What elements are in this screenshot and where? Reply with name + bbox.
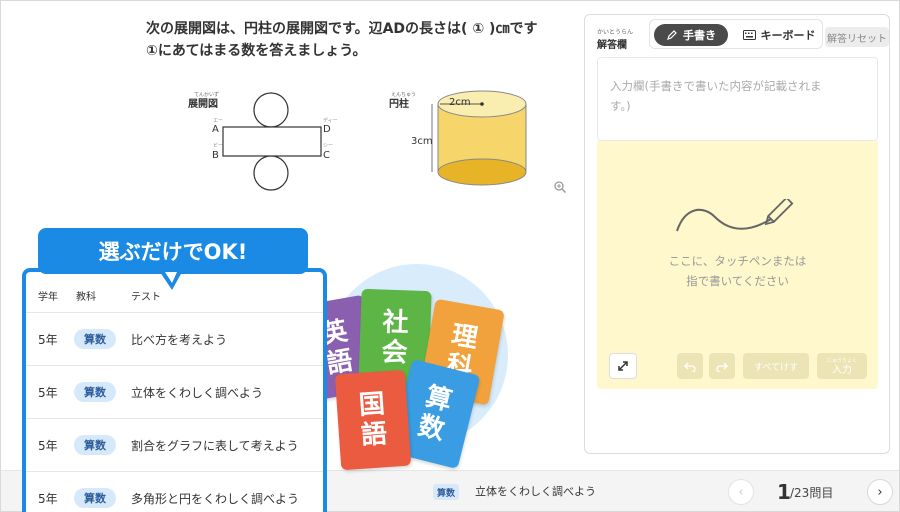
- handwriting-mode-button[interactable]: 手書き: [654, 24, 728, 46]
- current-unit-title: 立体をくわしく調べよう: [475, 485, 596, 498]
- chevron-left-icon: ‹: [738, 484, 744, 500]
- subject-card-social-char-1: 社: [381, 307, 410, 339]
- header-test: テスト: [131, 292, 161, 303]
- input-placeholder-line-2: す。): [610, 99, 631, 113]
- point-c-ruby: シー: [323, 143, 334, 149]
- question-total: /23問目: [790, 486, 834, 500]
- header-subject: 教科: [76, 292, 96, 303]
- undo-icon: [684, 362, 696, 372]
- row-grade: 5年: [38, 492, 58, 506]
- undo-button[interactable]: [677, 353, 703, 379]
- height-label: 3cm: [411, 136, 433, 147]
- handwriting-canvas[interactable]: ここに、タッチペンまたは 指で書いてください すべてけす にゅうりょく 入力: [597, 141, 878, 389]
- header-grade: 学年: [38, 292, 58, 303]
- current-question-number: 1: [777, 480, 791, 504]
- expand-icon: [618, 361, 628, 371]
- keyboard-icon: [742, 30, 756, 40]
- callout-pointer: [160, 272, 182, 290]
- answer-input-display[interactable]: 入力欄(手書きで書いた内容が記載されま す。): [597, 57, 878, 141]
- question-line-1: 次の展開図は、円柱の展開図です。辺ADの長さは( ① )㎝です: [146, 21, 538, 37]
- test-list-row[interactable]: 5年 算数 多角形と円をくわしく調べよう: [26, 471, 323, 512]
- row-unit-title: 立体をくわしく調べよう: [131, 386, 264, 400]
- callout-banner: 選ぶだけでOK!: [38, 228, 308, 274]
- input-mode-switch: 手書き キーボード: [649, 19, 823, 49]
- point-a: A: [212, 124, 219, 135]
- row-subject-badge: 算数: [74, 382, 116, 402]
- row-grade: 5年: [38, 333, 58, 347]
- point-c: C: [323, 150, 330, 161]
- row-grade: 5年: [38, 386, 58, 400]
- pen-icon: [667, 30, 677, 40]
- zoom-icon[interactable]: [553, 180, 567, 194]
- handwriting-hint-line-2: 指で書いてください: [686, 274, 789, 288]
- row-subject-badge: 算数: [74, 329, 116, 349]
- erase-all-button[interactable]: すべてけす: [743, 353, 809, 379]
- previous-question-button[interactable]: ‹: [728, 479, 754, 505]
- radius-label: 2cm: [449, 97, 471, 108]
- subject-card-japanese: 国 語: [334, 369, 412, 471]
- subject-card-japanese-char-2: 語: [360, 419, 389, 451]
- handwriting-hint-line-1: ここに、タッチペンまたは: [668, 254, 807, 268]
- keyboard-mode-button[interactable]: キーボード: [738, 24, 820, 46]
- row-grade: 5年: [38, 439, 58, 453]
- cylinder-label: 円柱: [389, 99, 409, 110]
- test-list-row[interactable]: 5年 算数 割合をグラフに表して考えよう: [26, 418, 323, 470]
- handwriting-mode-label: 手書き: [683, 29, 716, 42]
- subject-card-science-char-1: 理: [449, 320, 481, 355]
- point-d: D: [323, 124, 331, 135]
- row-subject-badge: 算数: [74, 435, 116, 455]
- enter-button-label: 入力: [832, 365, 852, 376]
- subject-card-japanese-char-1: 国: [357, 389, 386, 421]
- test-list-row[interactable]: 5年 算数 比べ方を考えよう: [26, 312, 323, 364]
- current-subject-badge: 算数: [433, 484, 460, 500]
- point-b-ruby: ビー: [213, 143, 224, 149]
- answer-panel: かいとうらん 解答欄 手書き キーボード 解答リセット 入力欄(手書きで書いた内…: [584, 14, 890, 454]
- question-line-2: ①にあてはまる数を答えましょう。: [146, 43, 367, 59]
- answer-reset-button[interactable]: 解答リセット: [825, 27, 889, 47]
- answer-panel-title: 解答欄: [597, 40, 627, 51]
- handwriting-hint: ここに、タッチペンまたは 指で書いてください: [597, 251, 878, 291]
- next-question-button[interactable]: ›: [867, 479, 893, 505]
- expand-button[interactable]: [609, 353, 637, 379]
- redo-button[interactable]: [709, 353, 735, 379]
- subject-card-social-char-2: 会: [380, 337, 408, 369]
- test-list-row[interactable]: 5年 算数 立体をくわしく調べよう: [26, 365, 323, 417]
- test-list-card: 学年 教科 テスト 5年 算数 比べ方を考えよう 5年 算数 立体をくわしく調べ…: [22, 268, 327, 512]
- row-unit-title: 比べ方を考えよう: [131, 333, 228, 347]
- row-unit-title: 多角形と円をくわしく調べよう: [131, 492, 300, 506]
- stylus-squiggle-icon: [676, 199, 794, 232]
- subject-card-math-char-2: 数: [415, 410, 448, 447]
- row-unit-title: 割合をグラフに表して考えよう: [131, 439, 299, 453]
- question-text: 次の展開図は、円柱の展開図です。辺ADの長さは( ① )㎝です ①にあてはまる数…: [146, 18, 576, 62]
- redo-icon: [716, 362, 728, 372]
- answer-panel-title-ruby: かいとうらん: [597, 29, 634, 36]
- chevron-right-icon: ›: [877, 484, 883, 500]
- keyboard-mode-label: キーボード: [760, 29, 816, 42]
- input-placeholder-line-1: 入力欄(手書きで書いた内容が記載されま: [610, 79, 822, 93]
- enter-button[interactable]: にゅうりょく 入力: [817, 353, 867, 379]
- row-subject-badge: 算数: [74, 488, 116, 508]
- point-b: B: [212, 150, 219, 161]
